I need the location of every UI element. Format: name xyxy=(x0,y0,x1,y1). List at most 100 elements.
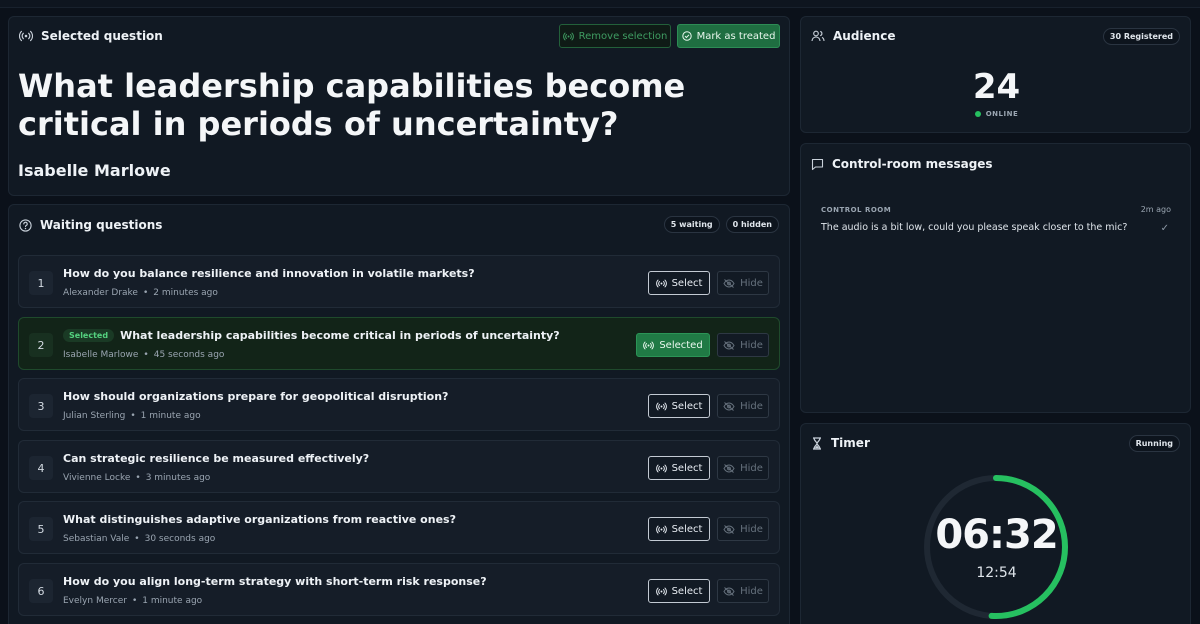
timer-panel: Timer Running 06:32 12:54 xyxy=(800,423,1191,624)
broadcast-icon xyxy=(655,525,667,534)
select-button-label: Select xyxy=(671,400,703,412)
select-button[interactable]: Select xyxy=(648,271,710,295)
hide-button[interactable]: Hide xyxy=(717,579,769,603)
question-text: Can strategic resilience be measured eff… xyxy=(63,452,370,465)
question-text: How do you align long-term strategy with… xyxy=(63,575,487,588)
eye-off-icon xyxy=(723,463,735,473)
question-time: 3 minutes ago xyxy=(145,473,211,483)
control-room-messages-panel: Control-room messages CONTROL ROOM 2m ag… xyxy=(800,143,1191,413)
question-number: 5 xyxy=(29,517,53,541)
selected-question-panel: Selected question Remove selection Mark … xyxy=(8,16,790,196)
question-meta: Sebastian Vale • 30 seconds ago xyxy=(63,534,215,544)
select-button[interactable]: Select xyxy=(648,394,710,418)
question-author: Evelyn Mercer xyxy=(63,596,127,606)
timer-remaining: 06:32 xyxy=(935,512,1058,558)
online-dot-icon xyxy=(974,111,981,117)
check-circle-icon xyxy=(681,31,692,41)
timer-total: 12:54 xyxy=(976,565,1017,581)
question-meta: Julian Sterling • 1 minute ago xyxy=(63,411,201,421)
question-row[interactable]: 2 Selected What leadership capabilities be… xyxy=(18,317,780,370)
selected-tag: Selected xyxy=(63,329,115,342)
question-number: 3 xyxy=(29,394,53,418)
question-author: Alexander Drake xyxy=(63,288,138,298)
audience-panel: Audience 30 Registered 24 ONLINE xyxy=(800,16,1191,133)
question-number: 4 xyxy=(29,456,53,480)
question-text-line: Can strategic resilience be measured eff… xyxy=(63,452,369,465)
hide-button[interactable]: Hide xyxy=(717,271,769,295)
question-row[interactable]: 1 How do you balance resilience and innov… xyxy=(18,255,780,308)
select-button[interactable]: Select xyxy=(648,517,710,541)
online-label: ONLINE xyxy=(985,110,1019,118)
waiting-count-badge: 5 waiting xyxy=(663,216,720,233)
online-count: 24 xyxy=(972,67,1021,107)
select-button-label: Select xyxy=(671,462,703,474)
registered-badge: 30 Registered xyxy=(1102,28,1180,45)
question-text: How should organizations prepare for geo… xyxy=(63,390,449,403)
read-check-icon: ✓ xyxy=(1160,223,1169,234)
eye-off-icon xyxy=(723,340,735,350)
question-number: 1 xyxy=(29,271,53,295)
message-square-icon xyxy=(811,158,824,171)
hidden-count-badge: 0 hidden xyxy=(725,216,779,233)
question-time: 1 minute ago xyxy=(142,596,203,606)
broadcast-icon xyxy=(655,402,667,411)
mark-as-treated-button[interactable]: Mark as treated xyxy=(677,24,780,48)
question-time: 45 seconds ago xyxy=(153,350,225,360)
question-time: 2 minutes ago xyxy=(153,288,218,298)
question-meta: Isabelle Marlowe • 45 seconds ago xyxy=(63,350,224,360)
select-button-label: Select xyxy=(671,523,703,535)
question-text-line: What distinguishes adaptive organization… xyxy=(63,513,456,526)
selected-question-author: Isabelle Marlowe xyxy=(18,161,171,180)
question-row[interactable]: 4 Can strategic resilience be measured ef… xyxy=(18,440,780,493)
broadcast-icon xyxy=(655,464,667,473)
timer-status-badge: Running xyxy=(1128,435,1180,452)
remove-selection-label: Remove selection xyxy=(578,30,668,42)
question-time: 30 seconds ago xyxy=(144,534,216,544)
hide-button[interactable]: Hide xyxy=(717,456,769,480)
question-text: How do you balance resilience and innova… xyxy=(63,267,475,280)
selected-question-title: Selected question xyxy=(41,29,163,43)
question-author: Vivienne Locke xyxy=(63,473,131,483)
question-row[interactable]: 3 How should organizations prepare for ge… xyxy=(18,378,780,431)
audience-title: Audience xyxy=(833,29,896,43)
mark-as-treated-label: Mark as treated xyxy=(696,30,776,42)
question-text-line: How do you align long-term strategy with… xyxy=(63,575,487,588)
waiting-questions-title: Waiting questions xyxy=(40,218,163,232)
remove-selection-button[interactable]: Remove selection xyxy=(559,24,671,48)
hide-button[interactable]: Hide xyxy=(717,394,769,418)
question-text: What distinguishes adaptive organization… xyxy=(63,513,456,526)
question-text-line: How should organizations prepare for geo… xyxy=(63,390,448,403)
selected-button-label: Selected xyxy=(659,339,703,351)
meta-separator: • xyxy=(131,596,138,606)
meta-separator: • xyxy=(143,350,149,360)
hide-button[interactable]: Hide xyxy=(717,517,769,541)
message-text: The audio is a bit low, could you please… xyxy=(821,222,1128,233)
question-text-line: How do you balance resilience and innova… xyxy=(63,267,475,280)
eye-off-icon xyxy=(723,401,735,411)
question-meta: Evelyn Mercer • 1 minute ago xyxy=(63,596,202,606)
question-meta: Vivienne Locke • 3 minutes ago xyxy=(63,473,210,483)
audience-header: Audience xyxy=(811,29,895,43)
waiting-questions-panel: Waiting questions 5 waiting 0 hidden 1 Ho… xyxy=(8,204,790,624)
broadcast-icon xyxy=(19,30,33,42)
question-text-line: Selected What leadership capabilities bec… xyxy=(63,329,560,342)
hide-button[interactable]: Hide xyxy=(717,333,769,357)
broadcast-icon xyxy=(655,587,667,596)
hide-button-label: Hide xyxy=(740,462,763,474)
select-button[interactable]: Select xyxy=(648,579,710,603)
meta-separator: • xyxy=(134,534,140,544)
select-button[interactable]: Select xyxy=(648,456,710,480)
question-row[interactable]: 6 How do you align long-term strategy wit… xyxy=(18,563,780,616)
messages-header: Control-room messages xyxy=(811,157,993,171)
select-button-label: Select xyxy=(671,277,703,289)
select-button-label: Select xyxy=(671,585,703,597)
broadcast-icon xyxy=(655,279,667,288)
hide-button-label: Hide xyxy=(740,523,763,535)
eye-off-icon xyxy=(723,586,735,596)
hide-button-label: Hide xyxy=(740,339,763,351)
selected-question-header: Selected question xyxy=(19,29,163,43)
question-author: Julian Sterling xyxy=(63,411,126,421)
meta-separator: • xyxy=(142,288,149,298)
question-row[interactable]: 5 What distinguishes adaptive organizatio… xyxy=(18,501,780,554)
selected-button[interactable]: Selected xyxy=(636,333,710,357)
